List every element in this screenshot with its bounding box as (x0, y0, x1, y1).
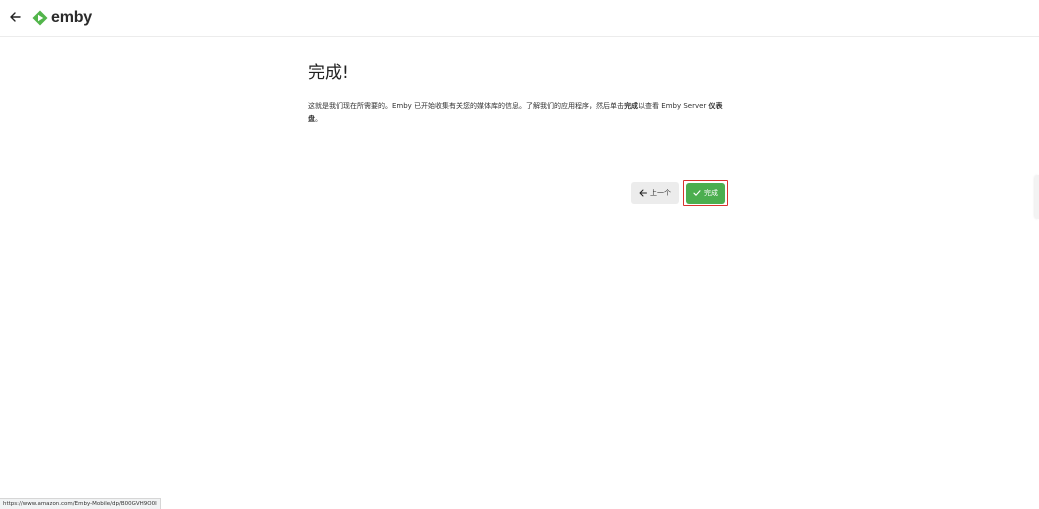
desc-end: 。 (315, 115, 322, 123)
previous-button[interactable]: 上一个 (631, 182, 679, 204)
finish-button-label: 完成 (704, 189, 718, 197)
top-bar: emby (0, 0, 1039, 37)
status-bar-url: https://www.amazon.com/Emby-Mobile/dp/B0… (0, 498, 161, 509)
emby-logo-icon (32, 10, 48, 26)
back-button[interactable] (6, 8, 24, 26)
desc-bold-finish: 完成 (624, 102, 639, 110)
wizard-finish-panel: 完成! 这就是我们现在所需要的。Emby 已开始收集有关您的媒体库的信息。了解我… (308, 56, 738, 126)
finish-button-highlight: 完成 (683, 180, 728, 206)
check-icon (693, 189, 701, 197)
side-panel-handle[interactable] (1035, 175, 1039, 219)
page-title: 完成! (308, 63, 349, 83)
wizard-buttons: 上一个 完成 (631, 180, 728, 206)
logo-text: emby (51, 9, 92, 26)
desc-text-2: 以查看 Emby Server (638, 102, 709, 110)
previous-button-label: 上一个 (650, 189, 671, 197)
desc-text: 这就是我们现在所需要的。Emby 已开始收集有关您的媒体库的信息。了解我们的应用… (308, 102, 625, 110)
finish-button[interactable]: 完成 (686, 182, 725, 204)
arrow-left-icon (10, 12, 21, 22)
arrow-left-icon (639, 189, 647, 197)
finish-description: 这就是我们现在所需要的。Emby 已开始收集有关您的媒体库的信息。了解我们的应用… (308, 100, 728, 126)
emby-logo[interactable]: emby (32, 9, 92, 27)
